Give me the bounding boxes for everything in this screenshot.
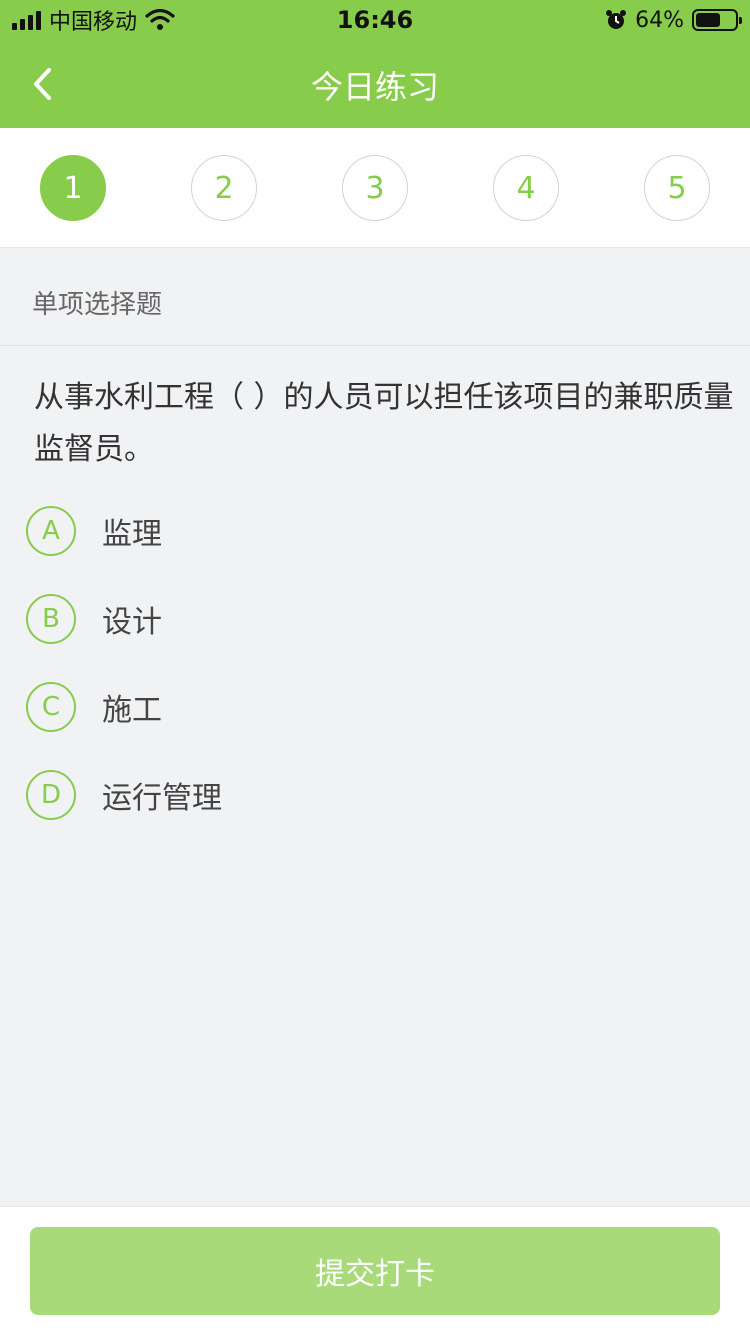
step-2[interactable]: 2 xyxy=(191,155,257,221)
question-type-label: 单项选择题 xyxy=(32,290,163,320)
option-text: 监理 xyxy=(102,517,162,552)
option-letter-badge: D xyxy=(26,770,76,820)
option-a[interactable]: A 监理 xyxy=(26,505,626,557)
step-1[interactable]: 1 xyxy=(40,155,106,221)
option-letter-badge: C xyxy=(26,682,76,732)
step-3[interactable]: 3 xyxy=(342,155,408,221)
option-c[interactable]: C 施工 xyxy=(26,681,626,733)
option-text: 运行管理 xyxy=(102,781,222,816)
alarm-clock-icon xyxy=(606,10,627,29)
option-letter-badge: B xyxy=(26,594,76,644)
battery-fill xyxy=(696,13,721,27)
option-d[interactable]: D 运行管理 xyxy=(26,769,626,821)
app-header: 中国移动 16:46 64% 今日练习 xyxy=(0,0,750,128)
battery-icon xyxy=(692,9,742,31)
step-4[interactable]: 4 xyxy=(493,155,559,221)
question-step-indicator: 1 2 3 4 5 xyxy=(0,128,750,248)
question-type-bar: 单项选择题 xyxy=(0,248,750,346)
option-text: 施工 xyxy=(102,693,162,728)
battery-percentage: 64% xyxy=(635,7,684,33)
status-right: 64% xyxy=(605,6,742,34)
option-b[interactable]: B 设计 xyxy=(26,593,626,645)
nav-bar: 今日练习 xyxy=(0,40,750,128)
question-text: 从事水利工程（ ）的人员可以担任该项目的兼职质量监督员。 xyxy=(34,380,734,467)
option-text: 设计 xyxy=(102,605,162,640)
submit-checkin-button[interactable]: 提交打卡 xyxy=(30,1227,720,1315)
step-5[interactable]: 5 xyxy=(644,155,710,221)
status-bar: 中国移动 16:46 64% xyxy=(0,0,750,40)
option-letter-badge: A xyxy=(26,506,76,556)
page-title: 今日练习 xyxy=(310,68,439,106)
bottom-action-bar: 提交打卡 xyxy=(0,1206,750,1334)
